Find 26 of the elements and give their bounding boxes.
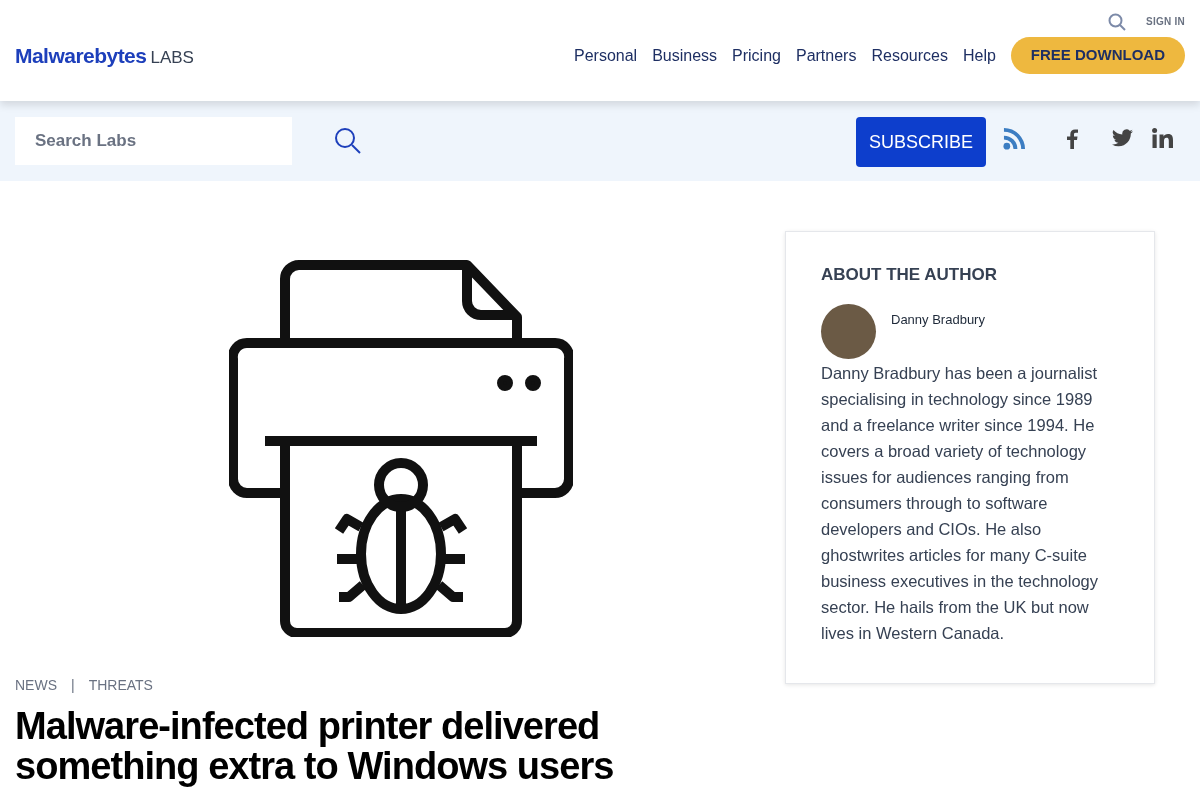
rss-icon[interactable] bbox=[1003, 126, 1026, 150]
logo-wordmark[interactable]: Malwarebytes bbox=[15, 39, 147, 72]
separator: | bbox=[71, 676, 75, 695]
nav-link[interactable]: Business bbox=[652, 43, 718, 68]
subscribe-button[interactable]: SUBSCRIBE bbox=[855, 117, 986, 167]
nav-link[interactable]: Help bbox=[962, 43, 996, 68]
article-title: Malware-infected printer delivered something extra to Windows users bbox=[15, 706, 615, 786]
search-icon[interactable] bbox=[334, 127, 362, 155]
nav-link[interactable]: Personal bbox=[574, 43, 638, 68]
linkedin-icon[interactable] bbox=[1152, 128, 1173, 148]
nav-link[interactable]: Partners bbox=[795, 43, 857, 68]
category-link[interactable]: THREATS bbox=[88, 675, 153, 696]
avatar bbox=[821, 303, 876, 359]
nav-link[interactable]: Resources bbox=[871, 43, 948, 68]
logo-suffix: LABS bbox=[150, 46, 194, 69]
facebook-icon[interactable] bbox=[1066, 127, 1078, 149]
twitter-icon[interactable] bbox=[1112, 129, 1133, 147]
author-bio: Danny Bradbury has been a journalist specialising in technology since 1989 and a freelance writer since 1994. He covers a broad variety of technology issues for audiences ranging from consumers through to software developers and CIOs. He also ghostwrites articles for many C-suite business executives in the technology sector. He hails from the UK but now lives in Western Canada. bbox=[821, 362, 1099, 644]
card-heading: ABOUT THE AUTHOR bbox=[821, 264, 998, 286]
category-link[interactable]: NEWS bbox=[15, 675, 57, 696]
author-name[interactable]: Danny Bradbury bbox=[891, 309, 985, 329]
nav-link[interactable]: Pricing bbox=[732, 43, 781, 68]
search-icon[interactable] bbox=[1108, 12, 1126, 31]
sign-in-link[interactable]: SIGN IN bbox=[1146, 14, 1185, 29]
search-field[interactable]: Search Labs bbox=[15, 117, 292, 165]
free-download-button[interactable]: FREE DOWNLOAD bbox=[1010, 37, 1185, 74]
